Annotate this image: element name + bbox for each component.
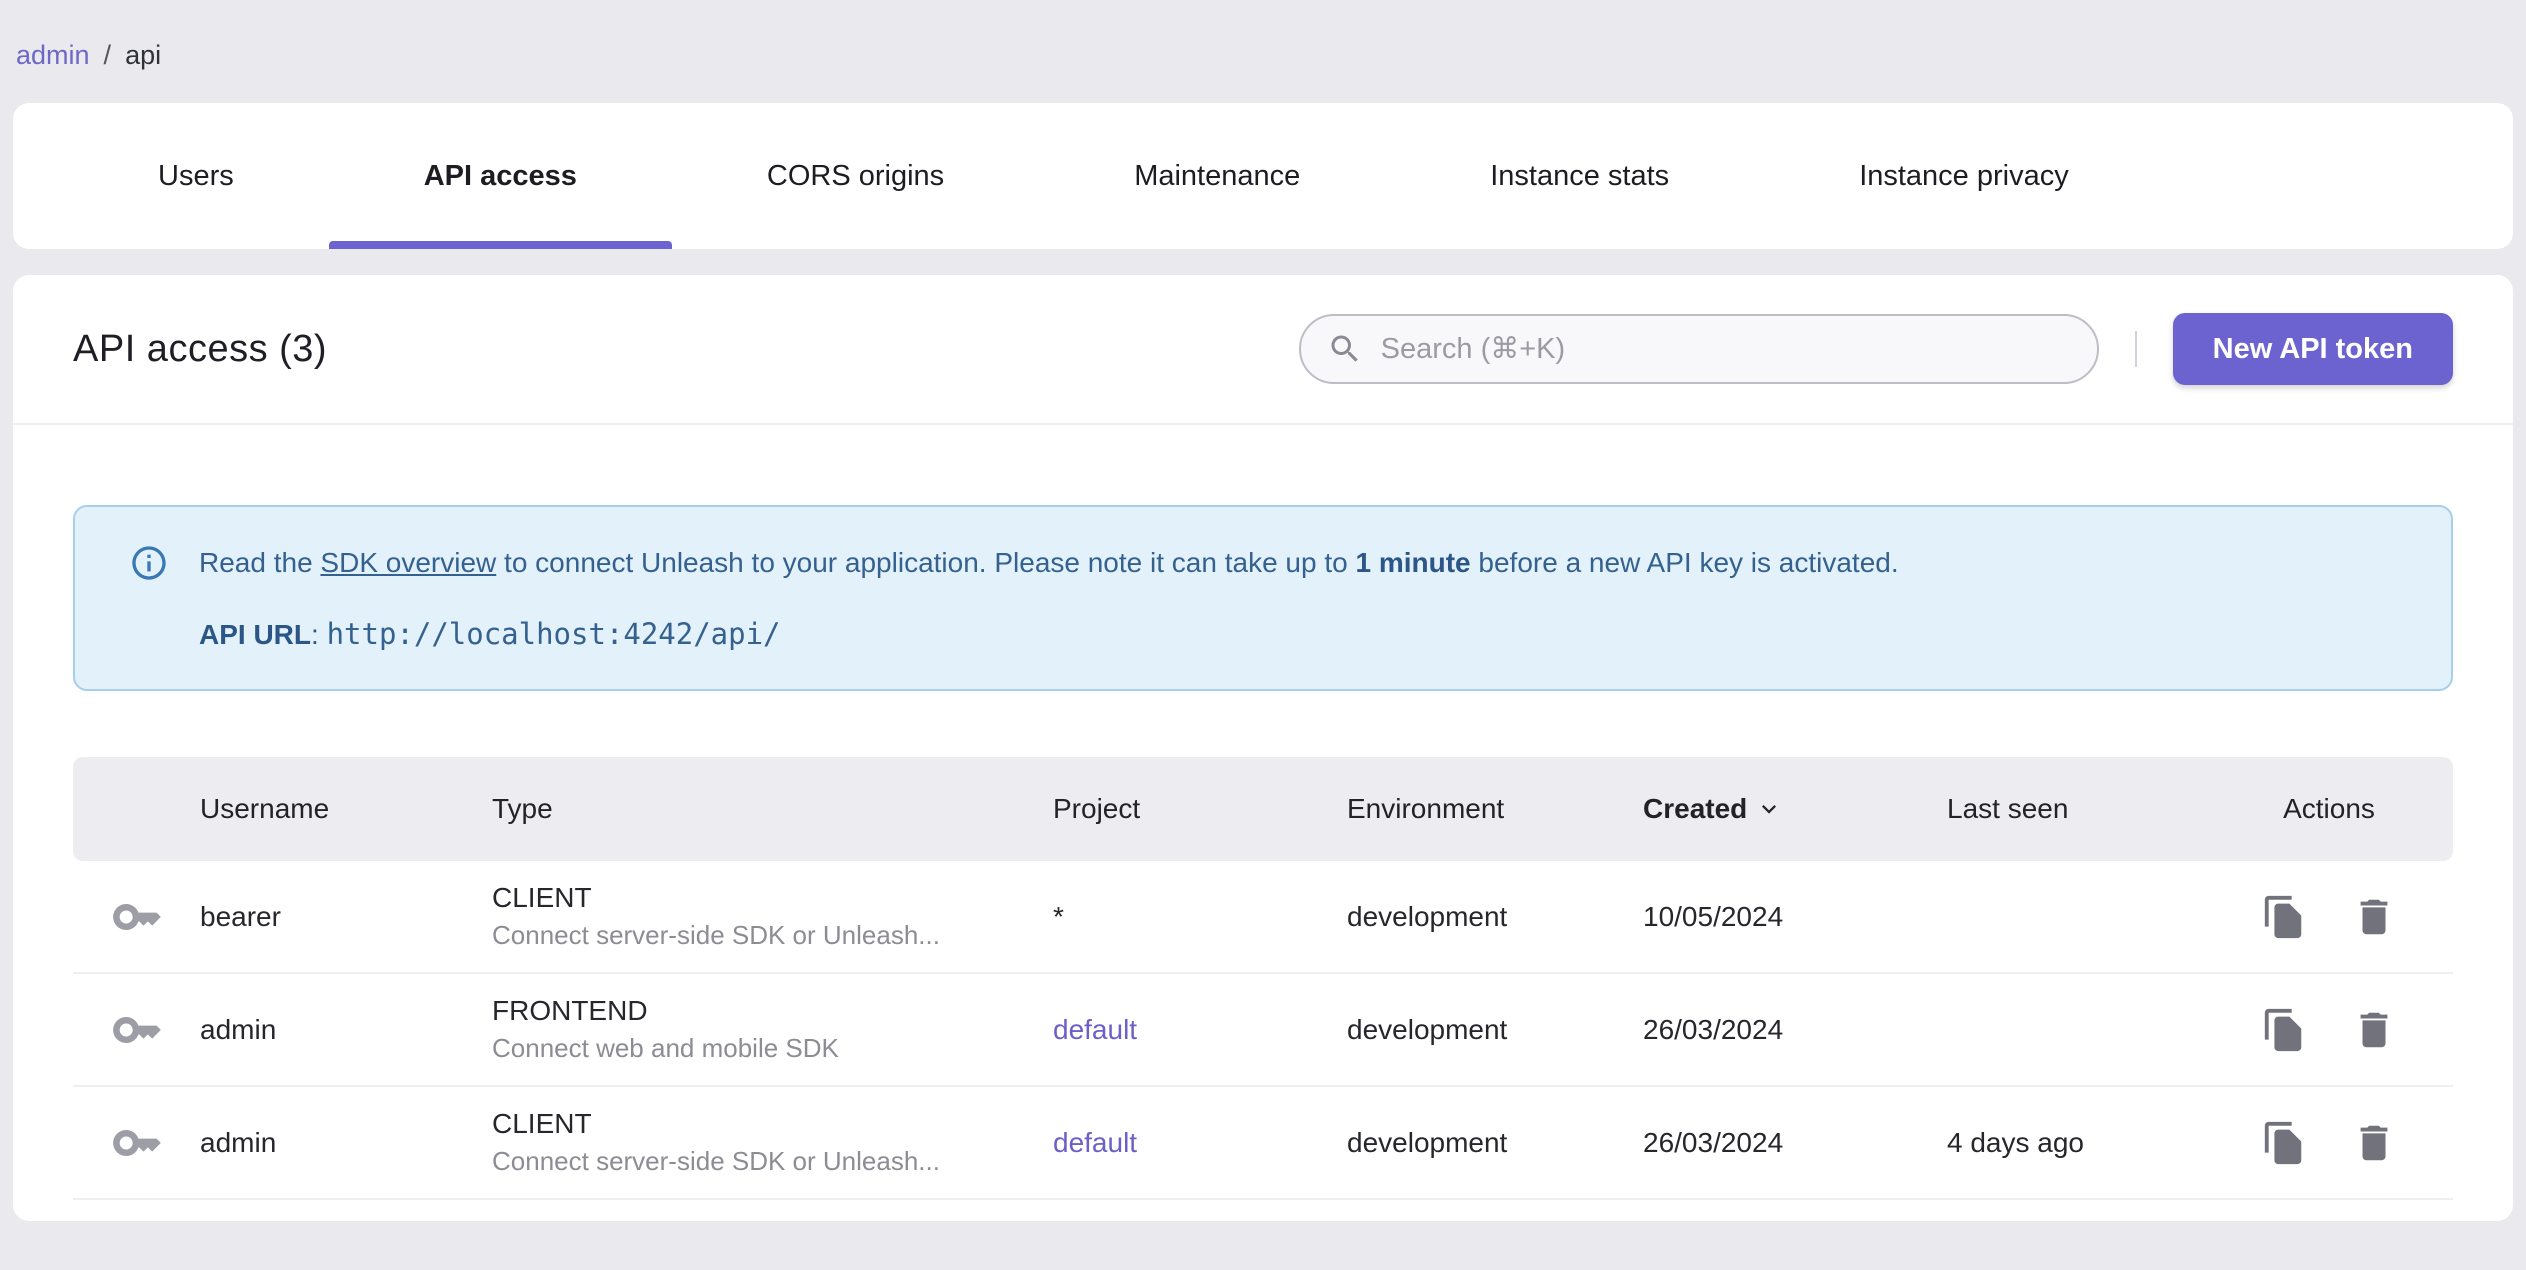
column-username[interactable]: Username [200,793,492,825]
column-type[interactable]: Type [492,793,1053,825]
row-environment: development [1347,900,1508,932]
row-environment: development [1347,1013,1508,1045]
breadcrumb-separator: / [103,40,112,70]
row-type: CLIENT [492,1108,592,1139]
tab-users[interactable]: Users [63,103,329,249]
copy-token-button[interactable] [2261,1007,2307,1053]
trash-icon [2360,899,2388,934]
search-box[interactable] [1298,314,2099,384]
trash-icon [2360,1125,2388,1160]
info-banner: Read the SDK overview to connect Unleash… [73,505,2453,691]
row-project[interactable]: default [1053,1127,1137,1158]
column-environment[interactable]: Environment [1347,793,1643,825]
row-last-seen: 4 days ago [1947,1126,2084,1158]
delete-token-button[interactable] [2351,1007,2397,1053]
row-project[interactable]: default [1053,1014,1137,1045]
table-row: admin FRONTEND Connect web and mobile SD… [73,974,2453,1087]
api-url-separator: : [311,619,327,650]
tab-instance-privacy[interactable]: Instance privacy [1764,103,2164,249]
breadcrumb: admin / api [0,0,2526,71]
row-type-description: Connect web and mobile SDK [492,1033,839,1063]
breadcrumb-admin-link[interactable]: admin [16,40,90,71]
row-type-description: Connect server-side SDK or Unleash... [492,1146,940,1176]
key-icon [112,1016,161,1043]
row-project: * [1053,900,1064,932]
row-type: CLIENT [492,882,592,913]
row-type-description: Connect server-side SDK or Unleash... [492,920,940,950]
row-type: FRONTEND [492,995,648,1026]
column-created[interactable]: Created [1643,793,1947,825]
table-header-row: Username Type Project Environment Create… [73,757,2453,861]
row-username: admin [200,1126,277,1158]
banner-text-prefix: Read the [199,547,321,578]
header-divider [2134,331,2137,367]
api-url-line: API URL: http://localhost:4242/api/ [199,617,2411,651]
tab-cors-origins[interactable]: CORS origins [672,103,1039,249]
tab-api-access[interactable]: API access [328,103,673,249]
column-project[interactable]: Project [1053,793,1347,825]
row-created: 10/05/2024 [1643,900,1784,932]
api-url-value: http://localhost:4242/api/ [326,617,781,651]
row-created: 26/03/2024 [1643,1013,1784,1045]
key-icon [112,1129,161,1156]
tab-maintenance[interactable]: Maintenance [1039,103,1395,249]
api-tokens-table: Username Type Project Environment Create… [73,757,2453,1200]
column-actions: Actions [2283,793,2375,824]
row-created: 26/03/2024 [1643,1126,1784,1158]
breadcrumb-current: api [125,40,162,70]
banner-bold-text: 1 minute [1355,547,1471,578]
card-header: API access (3) New API token [13,275,2513,425]
new-api-token-button[interactable]: New API token [2172,313,2453,385]
row-username: admin [200,1013,277,1045]
table-row: admin CLIENT Connect server-side SDK or … [73,1087,2453,1200]
key-icon [112,903,161,930]
info-icon [132,546,166,580]
api-url-label: API URL [199,619,311,650]
copy-icon [2264,1121,2302,1164]
row-environment: development [1347,1126,1508,1158]
table-body: bearer CLIENT Connect server-side SDK or… [73,861,2453,1200]
banner-message: Read the SDK overview to connect Unleash… [199,547,1899,579]
trash-icon [2360,1012,2388,1047]
banner-text-suffix: before a new API key is activated. [1470,547,1899,578]
copy-token-button[interactable] [2261,894,2307,940]
tab-instance-stats[interactable]: Instance stats [1395,103,1764,249]
copy-icon [2264,895,2302,938]
delete-token-button[interactable] [2351,1120,2397,1166]
table-row: bearer CLIENT Connect server-side SDK or… [73,861,2453,974]
admin-tabs: Users API access CORS origins Maintenanc… [13,103,2513,249]
column-last-seen[interactable]: Last seen [1947,793,2261,825]
row-username: bearer [200,900,281,932]
search-icon [1331,335,1358,362]
copy-icon [2264,1008,2302,1051]
search-input[interactable] [1380,332,2071,366]
column-created-label: Created [1643,793,1748,824]
delete-token-button[interactable] [2351,894,2397,940]
banner-text-middle: to connect Unleash to your application. … [496,547,1356,578]
page-title: API access (3) [73,327,328,370]
chevron-down-icon [1762,805,1777,814]
api-access-card: API access (3) New API token Read the SD… [13,275,2513,1221]
sdk-overview-link[interactable]: SDK overview [320,547,496,578]
copy-token-button[interactable] [2261,1120,2307,1166]
